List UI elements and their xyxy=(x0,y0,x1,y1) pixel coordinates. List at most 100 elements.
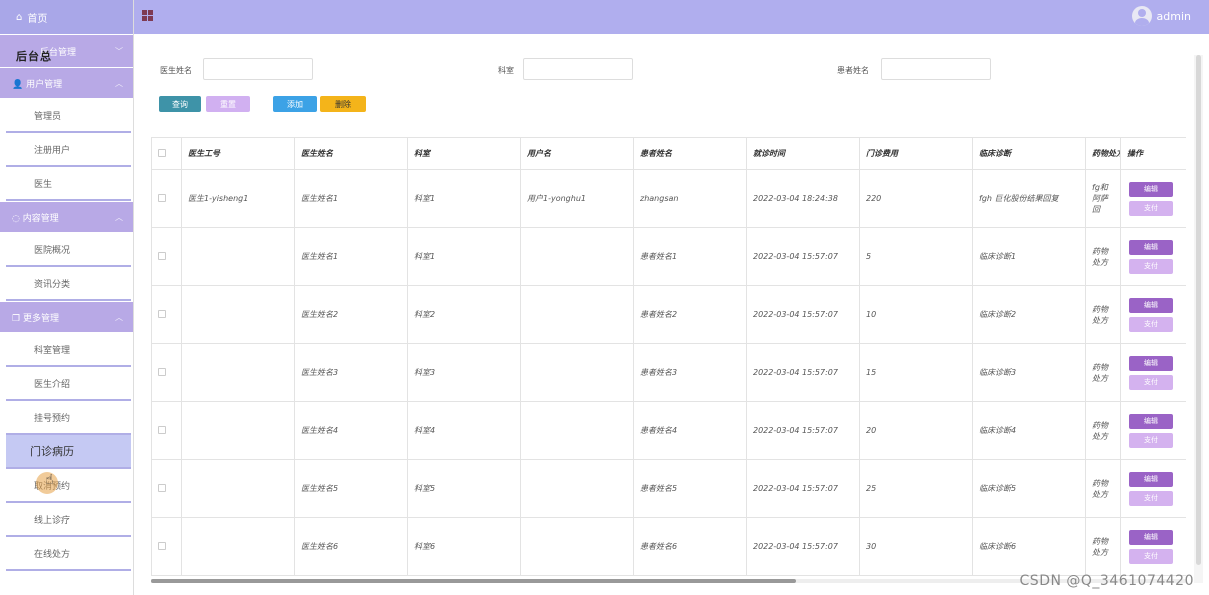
sidebar-item-registered-users[interactable]: 注册用户 xyxy=(6,133,131,167)
delete-button[interactable]: 删除 xyxy=(320,96,366,112)
table-cell: 临床诊断5 xyxy=(972,459,1086,518)
row-checkbox[interactable] xyxy=(158,367,166,376)
table-cell xyxy=(181,401,295,460)
actions-cell: 编辑 支付 xyxy=(1120,343,1186,402)
select-all-checkbox[interactable] xyxy=(158,148,166,157)
chevron-up-icon: ︿ xyxy=(115,78,123,88)
sidebar-group-label: 用户管理 xyxy=(26,79,63,90)
sidebar-item-label: 门诊病历 xyxy=(30,445,74,458)
table-cell: 科室5 xyxy=(407,459,521,518)
table-cell: 临床诊断1 xyxy=(972,227,1086,286)
sidebar-item-label: 科室管理 xyxy=(34,345,71,356)
row-checkbox[interactable] xyxy=(158,251,166,260)
grid-menu-icon[interactable] xyxy=(142,10,153,21)
table-row: 医生姓名6 科室6 患者姓名6 2022-03-04 15:57:07 30 临床诊断6 药… xyxy=(151,517,1186,576)
column-header: 药物处方 xyxy=(1085,137,1121,170)
column-header: 医生工号 xyxy=(181,137,295,170)
user-menu[interactable]: admin xyxy=(1131,6,1191,26)
actions-cell: 编辑 支付 xyxy=(1120,459,1186,518)
table-cell: 医生姓名5 xyxy=(294,459,408,518)
column-header: 门诊费用 xyxy=(859,137,973,170)
records-table-container: 医生工号 医生姓名 科室 用户名 患者姓名 就诊时间 门诊费用 临床诊断 药物处… xyxy=(151,137,1186,582)
edit-button[interactable]: 编辑 xyxy=(1129,471,1173,487)
hand-cursor-icon: ☝ xyxy=(45,472,54,488)
sidebar-group-content[interactable]: ◌ 内容管理 ︿ xyxy=(0,202,133,232)
sidebar-item-news-category[interactable]: 资讯分类 xyxy=(6,267,131,301)
table-cell: 20 xyxy=(859,401,973,460)
vertical-scrollbar-thumb[interactable] xyxy=(1196,55,1201,565)
user-icon: 👤 xyxy=(12,79,24,90)
sidebar-item-online-consult[interactable]: 线上诊疗 xyxy=(6,503,131,537)
sidebar-group-users[interactable]: 👤 用户管理 ︿ xyxy=(0,68,133,98)
table-cell: 2022-03-04 15:57:07 xyxy=(746,227,860,286)
sidebar-group-more[interactable]: ❐ 更多管理 ︿ xyxy=(0,302,133,332)
reset-button[interactable]: 重置 xyxy=(206,96,250,112)
table-cell: 医生姓名1 xyxy=(294,227,408,286)
pay-button[interactable]: 支付 xyxy=(1129,374,1173,390)
actions-cell: 编辑 支付 xyxy=(1120,169,1186,228)
table-cell xyxy=(520,227,634,286)
row-checkbox[interactable] xyxy=(158,309,166,318)
row-checkbox[interactable] xyxy=(158,483,166,492)
sidebar-item-outpatient-records[interactable]: 门诊病历 xyxy=(6,435,131,469)
pay-button[interactable]: 支付 xyxy=(1129,316,1173,332)
sidebar-item-dept-manage[interactable]: 科室管理 xyxy=(6,333,131,367)
records-table: 医生工号 医生姓名 科室 用户名 患者姓名 就诊时间 门诊费用 临床诊断 药物处… xyxy=(151,137,1186,576)
home-link[interactable]: ⌂ 首页 xyxy=(0,0,133,34)
edit-button[interactable]: 编辑 xyxy=(1129,239,1173,255)
sidebar-item-label: 资讯分类 xyxy=(34,279,71,290)
table-cell: 医生姓名4 xyxy=(294,401,408,460)
pay-button[interactable]: 支付 xyxy=(1129,200,1173,216)
row-checkbox[interactable] xyxy=(158,541,166,550)
sidebar-item-hospital-overview[interactable]: 医院概况 xyxy=(6,233,131,267)
sidebar-item-online-prescription[interactable]: 在线处方 xyxy=(6,537,131,571)
pay-button[interactable]: 支付 xyxy=(1129,258,1173,274)
edit-button[interactable]: 编辑 xyxy=(1129,529,1173,545)
table-cell: 15 xyxy=(859,343,973,402)
sidebar-item-doctor-intro[interactable]: 医生介绍 xyxy=(6,367,131,401)
dept-input[interactable] xyxy=(523,58,633,80)
table-row: 医生姓名5 科室5 患者姓名5 2022-03-04 15:57:07 25 临床诊断5 药… xyxy=(151,459,1186,518)
table-cell xyxy=(181,459,295,518)
sidebar-item-admin[interactable]: 管理员 xyxy=(6,99,131,133)
sidebar-item-label: 医院概况 xyxy=(34,245,71,256)
horizontal-scrollbar-thumb[interactable] xyxy=(151,579,796,583)
top-bar: admin xyxy=(134,0,1209,34)
sidebar-item-cancel-appointment[interactable]: 取消预约 xyxy=(6,469,131,503)
row-checkbox[interactable] xyxy=(158,193,166,202)
search-form: 医生姓名 科室 患者姓名 查询 重置 添加 删除 xyxy=(134,34,1209,124)
table-cell: 临床诊断6 xyxy=(972,517,1086,576)
sidebar-item-label: 挂号预约 xyxy=(34,413,71,424)
table-cell: 患者姓名3 xyxy=(633,343,747,402)
actions-cell: 编辑 支付 xyxy=(1120,227,1186,286)
table-cell: 医生姓名2 xyxy=(294,285,408,344)
add-button[interactable]: 添加 xyxy=(273,96,317,112)
pay-button[interactable]: 支付 xyxy=(1129,432,1173,448)
table-cell: 2022-03-04 15:57:07 xyxy=(746,401,860,460)
avatar-icon xyxy=(1131,6,1152,26)
table-cell: 药物处方 xyxy=(1085,343,1121,402)
doctor-name-label: 医生姓名 xyxy=(160,66,192,75)
table-cell: 药物处方 xyxy=(1085,459,1121,518)
table-cell: 用户1-yonghu1 xyxy=(520,169,634,228)
table-cell: 科室1 xyxy=(407,169,521,228)
column-header: 科室 xyxy=(407,137,521,170)
sidebar-item-appointment[interactable]: 挂号预约 xyxy=(6,401,131,435)
pay-button[interactable]: 支付 xyxy=(1129,548,1173,564)
table-cell: 2022-03-04 15:57:07 xyxy=(746,343,860,402)
pay-button[interactable]: 支付 xyxy=(1129,490,1173,506)
row-checkbox[interactable] xyxy=(158,425,166,434)
table-cell: 科室6 xyxy=(407,517,521,576)
edit-button[interactable]: 编辑 xyxy=(1129,297,1173,313)
patient-name-input[interactable] xyxy=(881,58,991,80)
doctor-name-input[interactable] xyxy=(203,58,313,80)
edit-button[interactable]: 编辑 xyxy=(1129,413,1173,429)
column-header: 操作 xyxy=(1120,137,1186,170)
sidebar-item-doctor[interactable]: 医生 xyxy=(6,167,131,201)
query-button[interactable]: 查询 xyxy=(159,96,201,112)
table-cell: 2022-03-04 15:57:07 xyxy=(746,517,860,576)
edit-button[interactable]: 编辑 xyxy=(1129,181,1173,197)
edit-button[interactable]: 编辑 xyxy=(1129,355,1173,371)
vertical-scrollbar[interactable] xyxy=(1194,55,1203,583)
sidebar-item-label: 线上诊疗 xyxy=(34,515,71,526)
